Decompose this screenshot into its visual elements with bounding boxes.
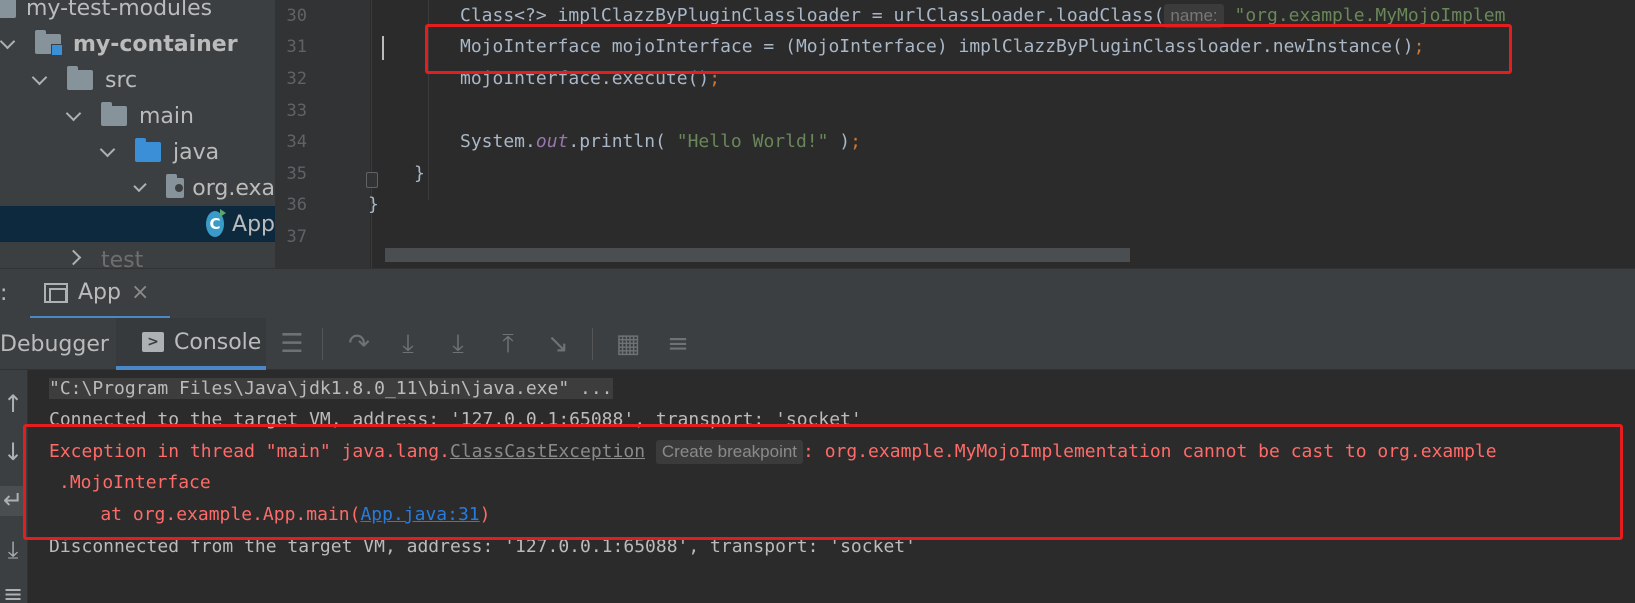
tree-item-label: my-container	[73, 31, 238, 57]
code-text: Class<?> implClazzByPluginClassloader = …	[460, 5, 1165, 26]
run-window-icon	[44, 282, 68, 303]
chevron-down-icon[interactable]	[65, 105, 82, 121]
code-semicolon: ;	[850, 131, 861, 152]
code-line-36: }	[368, 194, 379, 215]
code-text: .println(	[568, 131, 677, 152]
line-number: 33	[286, 101, 307, 121]
run-tool-window-header: : App ×	[0, 268, 1635, 319]
console-line-command: "C:\Program Files\Java\jdk1.8.0_11\bin\j…	[49, 373, 613, 405]
tree-item-label: App	[232, 211, 275, 237]
line-number: 31	[286, 37, 307, 57]
code-text: System.	[460, 131, 536, 152]
source-folder-icon	[135, 138, 161, 162]
annotation-highlight-box	[425, 24, 1512, 74]
tree-item-label: src	[105, 67, 138, 93]
tree-item-app[interactable]: C App	[0, 206, 275, 242]
run-label-fragment: :	[0, 281, 8, 306]
tree-item-label: main	[139, 103, 194, 129]
folder-icon	[0, 0, 16, 18]
tree-item-label: my-test-modules	[26, 0, 213, 21]
force-step-into-icon[interactable]: ⤓	[444, 330, 472, 358]
tree-item-my-container[interactable]: my-container	[0, 26, 275, 62]
debug-toolbar: Debugger > Console ☰ ↷ ⤓ ⤓ ⤒ ↘ ▦ ≡	[0, 318, 1635, 370]
run-tab-app[interactable]: App ×	[30, 269, 170, 319]
chevron-down-icon[interactable]	[0, 33, 16, 49]
toolbar-separator	[322, 328, 323, 360]
tree-item-label: java	[173, 139, 220, 165]
close-icon[interactable]: ×	[131, 280, 149, 305]
step-into-icon[interactable]: ⤓	[394, 330, 422, 358]
string-literal: "Hello World!"	[676, 131, 829, 152]
package-icon	[166, 174, 185, 198]
text-caret	[382, 36, 384, 60]
tree-item-label: test	[101, 247, 144, 269]
line-number: 35	[286, 164, 307, 184]
trace-stream-icon[interactable]: ≡	[664, 330, 692, 358]
tree-item-main[interactable]: main	[0, 98, 275, 134]
run-to-cursor-icon[interactable]: ↘	[544, 330, 572, 358]
line-number: 30	[286, 6, 307, 26]
code-editor[interactable]: 30 31 32 33 34 35 36 37 Class<?> implCla…	[275, 0, 1635, 268]
fold-marker-icon[interactable]	[366, 172, 378, 188]
console-command-text[interactable]: "C:\Program Files\Java\jdk1.8.0_11\bin\j…	[49, 378, 613, 399]
horizontal-scrollbar[interactable]	[385, 248, 1130, 262]
chevron-right-icon[interactable]	[65, 249, 82, 265]
annotation-highlight-box	[23, 424, 1623, 540]
tree-item-src[interactable]: src	[0, 62, 275, 98]
tab-label: Debugger	[0, 331, 109, 357]
run-tab-label: App	[78, 280, 121, 305]
line-number: 34	[286, 132, 307, 152]
tree-item-label: org.exa	[192, 175, 275, 201]
chevron-down-icon[interactable]	[99, 141, 116, 157]
evaluate-expression-icon[interactable]: ▦	[614, 330, 642, 358]
tree-item-my-test-modules[interactable]: my-test-modules	[0, 0, 275, 26]
console-icon: >	[142, 332, 164, 352]
folder-icon	[67, 66, 93, 90]
step-out-icon[interactable]: ⤒	[494, 330, 522, 358]
code-text: )	[828, 131, 851, 152]
print-icon[interactable]: ≡	[0, 580, 26, 603]
tab-label: Console	[174, 329, 262, 355]
tab-console[interactable]: > Console	[116, 318, 266, 370]
module-folder-icon	[35, 30, 63, 56]
string-literal: "org.example.MyMojoImplem	[1234, 5, 1506, 26]
line-number: 36	[286, 195, 307, 215]
gutter-separator	[371, 0, 372, 268]
toolbar-separator	[592, 328, 593, 360]
scroll-to-end-icon[interactable]: ⤓	[0, 536, 26, 566]
tree-item-java[interactable]: java	[0, 134, 275, 170]
line-number: 37	[286, 227, 307, 247]
chevron-down-icon[interactable]	[133, 178, 147, 192]
tree-item-test[interactable]: test	[0, 242, 275, 268]
step-over-icon[interactable]: ↷	[345, 330, 373, 358]
code-line-34: System.out.println( "Hello World!" );	[460, 126, 861, 158]
java-class-icon: C	[206, 209, 227, 237]
line-number: 32	[286, 69, 307, 89]
static-field: out	[535, 131, 569, 152]
code-line-35: }	[414, 163, 425, 184]
tab-debugger[interactable]: Debugger	[0, 318, 110, 370]
chevron-down-icon[interactable]	[31, 69, 48, 85]
project-tree: my-test-modules my-container src main ja…	[0, 0, 275, 268]
scroll-up-icon[interactable]: ↑	[0, 390, 26, 420]
line-number-gutter: 30 31 32 33 34 35 36 37	[275, 0, 370, 268]
threads-icon[interactable]: ☰	[278, 330, 306, 358]
tree-item-org-example[interactable]: org.exa	[0, 170, 275, 206]
folder-icon	[101, 102, 127, 126]
